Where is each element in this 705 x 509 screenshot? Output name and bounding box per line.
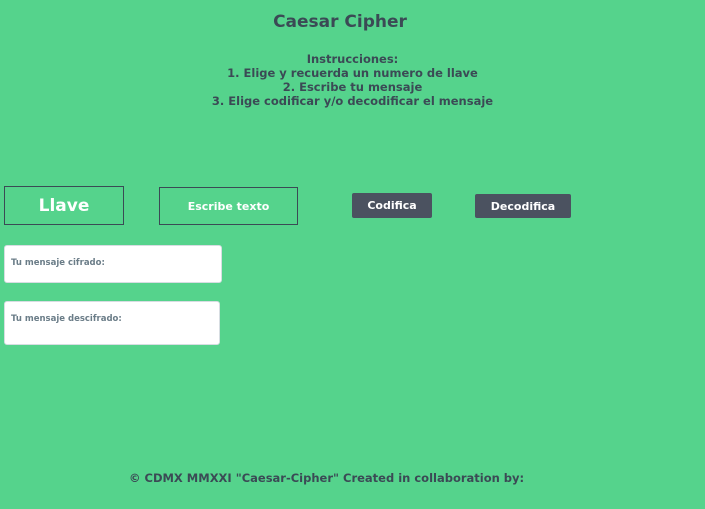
ciphered-message-label: Tu mensaje cifrado: bbox=[11, 258, 105, 268]
message-input[interactable]: Escribe texto bbox=[159, 187, 298, 225]
deciphered-message-output: Tu mensaje descifrado: bbox=[4, 301, 220, 345]
decode-button[interactable]: Decodifica bbox=[475, 194, 571, 218]
ciphered-message-output: Tu mensaje cifrado: bbox=[4, 245, 222, 283]
instructions-heading: Instrucciones: bbox=[306, 52, 399, 66]
message-input-placeholder: Escribe texto bbox=[187, 199, 270, 213]
page-title: Caesar Cipher bbox=[273, 12, 407, 32]
encode-button[interactable]: Codifica bbox=[352, 193, 432, 218]
instruction-step-1: 1. Elige y recuerda un numero de llave bbox=[227, 66, 478, 80]
instruction-step-2: 2. Escribe tu mensaje bbox=[282, 80, 423, 94]
encode-button-label: Codifica bbox=[367, 199, 417, 212]
deciphered-message-label: Tu mensaje descifrado: bbox=[11, 314, 122, 324]
key-input[interactable]: Llave bbox=[4, 186, 124, 225]
instructions: Instrucciones: 1. Elige y recuerda un nu… bbox=[0, 52, 705, 108]
key-input-placeholder: Llave bbox=[38, 195, 90, 216]
footer-credits: © CDMX MMXXI "Caesar-Cipher" Created in … bbox=[129, 471, 525, 485]
instruction-step-3: 3. Elige codificar y/o decodificar el me… bbox=[211, 94, 494, 108]
decode-button-label: Decodifica bbox=[490, 199, 556, 213]
